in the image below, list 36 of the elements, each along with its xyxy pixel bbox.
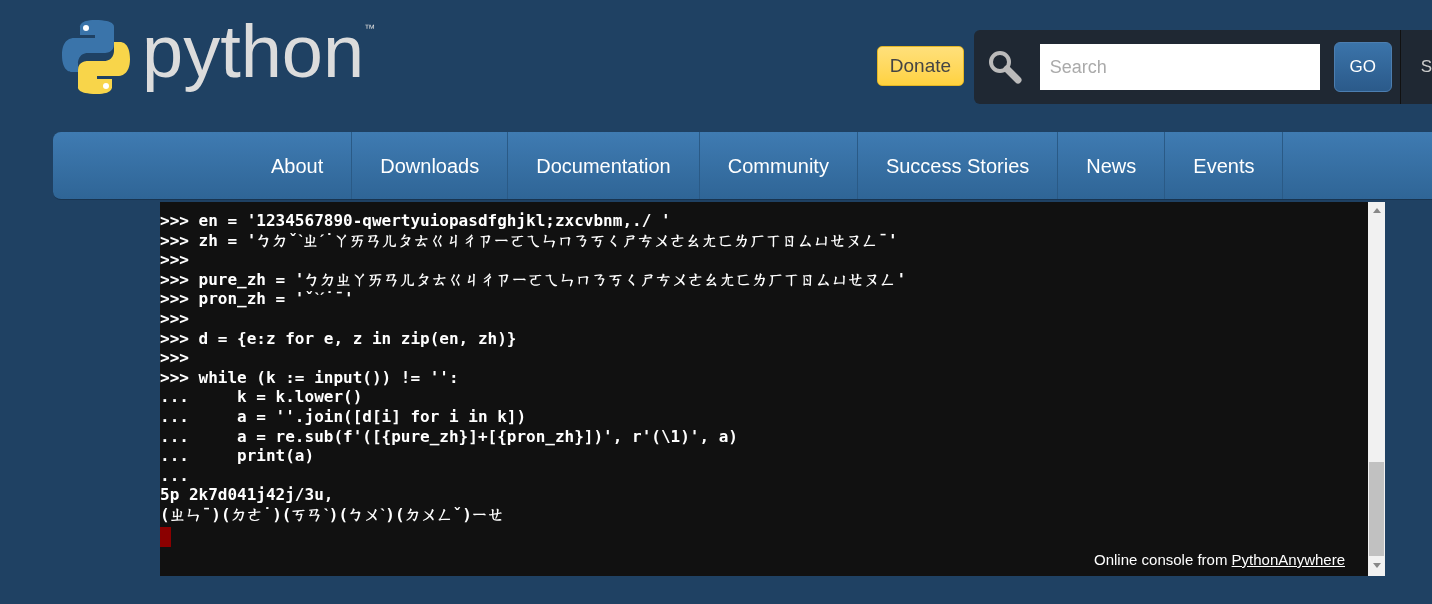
console-line: >>> pron_zh = 'ˇˋˊ˙ˉ' xyxy=(160,289,354,309)
donate-button[interactable]: Donate xyxy=(877,46,964,86)
trademark-sign: ™ xyxy=(364,21,376,36)
scroll-down-icon[interactable] xyxy=(1372,563,1381,568)
console-line: ... a = ''.join([d[i] for i in k]) xyxy=(160,406,527,427)
scroll-up-icon[interactable] xyxy=(1372,208,1381,213)
go-button[interactable]: GO xyxy=(1333,42,1392,92)
snake-logo-icon xyxy=(60,18,132,96)
console-line: 5p 2k7d041j42j/3u, xyxy=(160,485,334,505)
nav-link[interactable]: News xyxy=(1058,132,1166,199)
search-field[interactable]: Search xyxy=(1039,44,1320,90)
console-line: ... print(a) xyxy=(160,446,315,466)
console-line: ... a = re.sub(f'([{pure_zh}]+[{pron_zh}])', r'(\1)', a) xyxy=(160,426,738,447)
nav-link[interactable]: Downloads xyxy=(352,132,509,199)
console-line: (ㄓㄣˉ)(ㄉㄜ˙)(ㄎㄢˋ)(ㄅㄨˋ)(ㄉㄨㄥˇ)ㄧㄝ xyxy=(160,504,504,525)
console-line: >>> xyxy=(160,250,189,270)
console-cursor xyxy=(160,526,171,547)
console-line: >>> xyxy=(160,348,189,368)
console-line: ... k = k.lower() xyxy=(160,387,363,407)
scrollbar-thumb[interactable] xyxy=(1369,462,1384,556)
nav-link[interactable]: Success Stories xyxy=(857,132,1059,199)
console-line: >>> while (k := input()) != '': xyxy=(160,367,459,388)
console-line: ... xyxy=(160,465,189,486)
console-credit: Online console from PythonAnywhere xyxy=(1094,549,1345,570)
console-line: >>> d = {e:z for e, z in zip(en, zh)} xyxy=(160,328,517,349)
search-icon xyxy=(987,50,1022,84)
nav-link[interactable]: Events xyxy=(1165,132,1284,199)
console-line: >>> pure_zh = 'ㄅㄉㄓㄚㄞㄢㄦㄆㄊㄍㄐㄔㄗㄧㄛㄟㄣㄇㄋㄎㄑㄕㄘㄨㄜㄠㄤㄈㄌㄏㄒㄖㄙㄩㄝㄡㄥ' xyxy=(160,269,907,290)
menu-item[interactable]: S xyxy=(1420,54,1432,80)
console-line: >>> zh = 'ㄅㄉˇˋㄓˊ˙ㄚㄞㄢㄦㄆㄊㄍㄐㄔㄗㄧㄛㄟㄣㄇㄋㄎㄑㄕㄘㄨㄜㄠㄤㄈㄌㄏㄒㄖㄙㄩㄝㄡㄥˉ' xyxy=(160,230,898,251)
pythonanywhere-link[interactable]: PythonAnywhere xyxy=(1231,550,1345,568)
nav-link[interactable]: About xyxy=(243,132,353,199)
console-line: >>> xyxy=(160,308,189,329)
nav-link[interactable]: Community xyxy=(699,132,858,199)
console-line: >>> en = '1234567890-qwertyuiopasdfghjkl;zxcvbnm,./ ' xyxy=(160,211,671,231)
nav-link[interactable]: Documentation xyxy=(508,132,700,199)
